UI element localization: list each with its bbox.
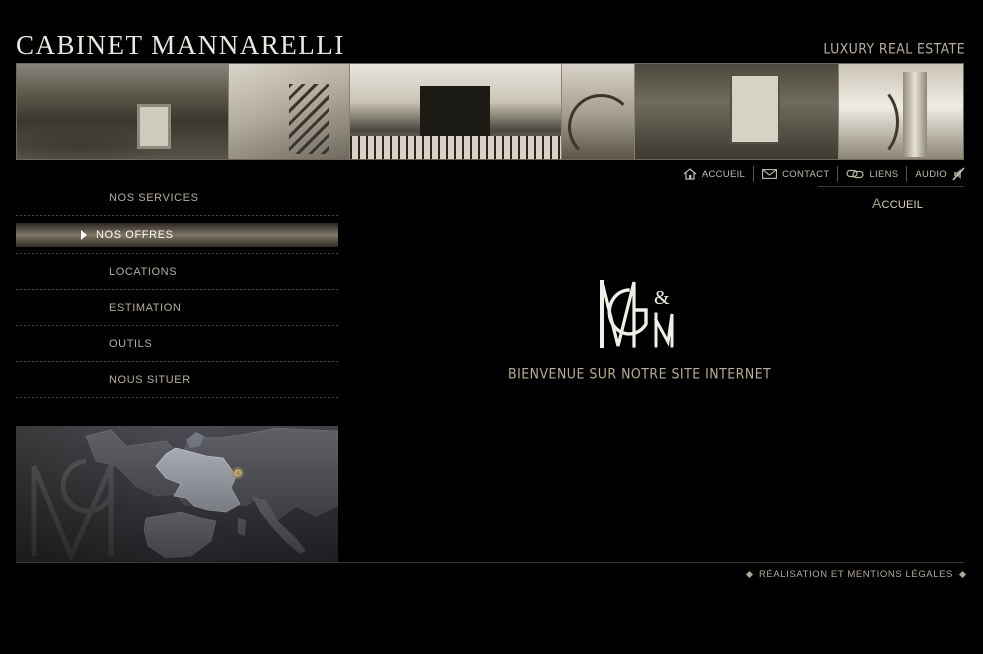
nav-audio[interactable]: AUDIO [915, 167, 965, 181]
legal-mentions-link[interactable]: RÉALISATION ET MENTIONS LÉGALES [745, 569, 967, 580]
top-nav-underline [818, 186, 964, 187]
menu-item-nos-services[interactable]: NOS SERVICES [16, 180, 338, 216]
house-garden-photo [17, 64, 229, 159]
site-brand[interactable]: CABINET MANNARELLI [16, 32, 345, 59]
mail-icon [762, 169, 778, 179]
column-hall-photo [839, 64, 963, 159]
link-icon [846, 169, 865, 179]
menu-item-nos-offres[interactable]: NOS OFFRES [16, 216, 338, 254]
ivy-window-photo [635, 64, 839, 159]
menu-item-label: NOS OFFRES [96, 229, 174, 241]
menu-item-outils[interactable]: OUTILS [16, 326, 338, 362]
menu-item-label: NOUS SITUER [109, 374, 191, 386]
nav-divider [906, 166, 908, 182]
menu-item-label: OUTILS [109, 338, 153, 350]
arrow-right-icon [81, 230, 87, 240]
staircase-photo [229, 64, 350, 159]
menu-item-label: LOCATIONS [109, 266, 178, 278]
nav-accueil-label: ACCUEIL [701, 168, 746, 180]
menu-item-estimation[interactable]: ESTIMATION [16, 290, 338, 326]
welcome-message: BIENVENUE SUR NOTRE SITE INTERNET [508, 365, 772, 382]
speaker-muted-icon [952, 167, 965, 181]
legal-mentions-label: RÉALISATION ET MENTIONS LÉGALES [758, 569, 953, 580]
nav-divider [837, 166, 839, 182]
menu-item-locations[interactable]: LOCATIONS [16, 254, 338, 290]
breadcrumb-text: CCUEIL [881, 199, 924, 211]
side-menu: NOS SERVICES NOS OFFRES LOCATIONS ESTIMA… [16, 180, 338, 398]
nav-contact[interactable]: CONTACT [762, 169, 829, 180]
nav-liens-label: LIENS [869, 168, 899, 180]
balcony-photo [350, 64, 562, 159]
menu-item-label: NOS SERVICES [109, 192, 199, 204]
spiral-stair-photo [562, 64, 635, 159]
svg-text:&: & [654, 287, 670, 309]
home-icon [683, 168, 697, 180]
footer-divider [16, 562, 964, 563]
nav-divider [753, 166, 755, 182]
menu-item-active-label-wrap: NOS OFFRES [81, 229, 174, 241]
menu-item-nous-situer[interactable]: NOUS SITUER [16, 362, 338, 398]
nav-audio-label: AUDIO [915, 168, 947, 180]
site-tagline: LUXURY REAL ESTATE [823, 39, 965, 58]
photo-banner [16, 63, 964, 160]
breadcrumb-initial: A [872, 195, 882, 211]
top-navigation: ACCUEIL CONTACT LIENS AUDIO [683, 166, 965, 182]
active-highlight-bar [16, 223, 338, 247]
diamond-icon [958, 570, 967, 579]
europe-map[interactable] [16, 426, 338, 562]
nav-contact-label: CONTACT [782, 168, 830, 180]
gm-logo: & [598, 280, 678, 350]
nav-liens[interactable]: LIENS [846, 169, 898, 180]
diamond-icon [745, 570, 753, 579]
nav-accueil[interactable]: ACCUEIL [683, 168, 745, 180]
breadcrumb: ACCUEIL [872, 195, 923, 211]
menu-item-label: ESTIMATION [109, 302, 182, 314]
